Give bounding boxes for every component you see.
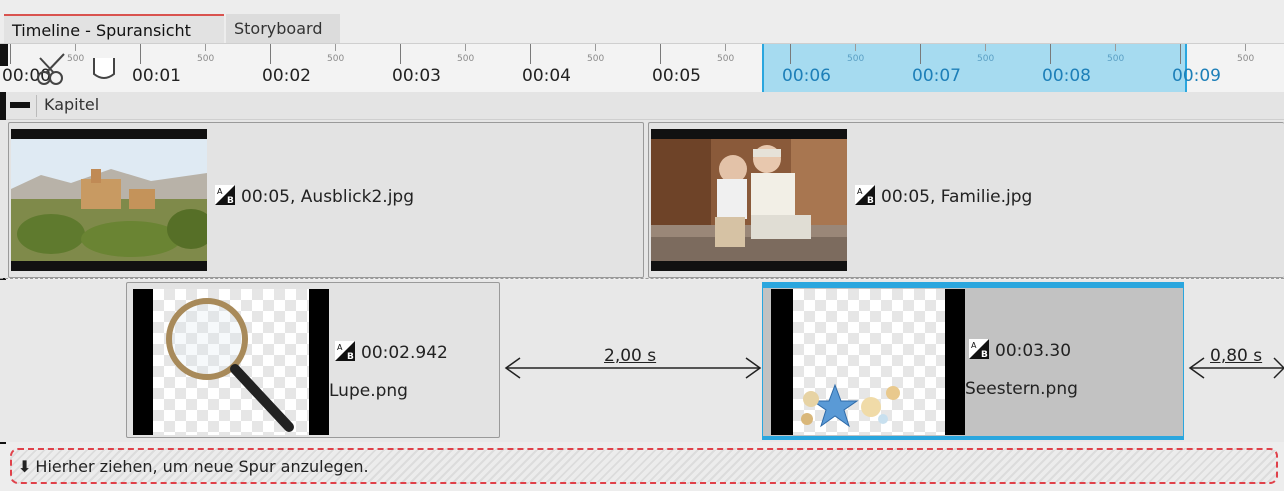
- gap-duration[interactable]: 0,80 s: [1210, 346, 1262, 366]
- ruler-minor-tick: [205, 44, 206, 51]
- ruler-major-tick: [140, 44, 141, 64]
- ruler-label: 00:02: [262, 66, 311, 86]
- ruler-label: 00:08: [1042, 66, 1091, 86]
- svg-text:B: B: [981, 350, 988, 359]
- clip-thumbnail: [11, 129, 215, 271]
- letterbox-left: [133, 289, 153, 435]
- selection-start-handle[interactable]: [762, 44, 764, 92]
- ab-transition-icon[interactable]: A B: [855, 185, 875, 205]
- letterbox-right: [945, 289, 965, 435]
- ruler-major-tick: [920, 44, 921, 64]
- svg-text:A: A: [217, 187, 223, 196]
- ruler-major-tick: [790, 44, 791, 64]
- svg-text:B: B: [227, 196, 234, 205]
- scissors-icon[interactable]: [34, 52, 134, 86]
- ruler-minor-label: 500: [717, 54, 735, 64]
- ruler-minor-tick: [1115, 44, 1116, 51]
- ruler-major-tick: [530, 44, 531, 64]
- clip-duration-lupe: A B 00:02.942: [335, 341, 448, 363]
- time-ruler[interactable]: 00:00 500 00:01 500 00:02 500 00:03 500 00:04 500…: [0, 44, 1284, 92]
- chapter-row: Kapitel: [0, 92, 1284, 120]
- svg-text:A: A: [337, 343, 343, 352]
- chapter-divider: [36, 95, 37, 117]
- clip-label-ausblick2: A B 00:05, Ausblick2.jpg: [215, 185, 414, 207]
- letterbox-left: [771, 289, 793, 435]
- clip-text: 00:05, Ausblick2.jpg: [241, 187, 415, 207]
- clip-familie[interactable]: A B 00:05, Familie.jpg: [648, 122, 1284, 278]
- svg-text:A: A: [857, 187, 863, 196]
- svg-text:B: B: [867, 196, 874, 205]
- clip-seestern[interactable]: A B 00:03.30 Seestern.png: [762, 282, 1184, 440]
- dropzone-text: Hierher ziehen, um neue Spur anzulegen.: [35, 457, 369, 476]
- ruler-minor-tick: [725, 44, 726, 51]
- clip-name-seestern: Seestern.png: [965, 379, 1078, 399]
- playhead[interactable]: [0, 44, 8, 66]
- ruler-minor-tick: [855, 44, 856, 51]
- clip-duration: 00:02.942: [361, 343, 448, 363]
- letterbox-right: [309, 289, 329, 435]
- ruler-label: 00:04: [522, 66, 571, 86]
- ab-transition-icon[interactable]: A B: [215, 185, 235, 205]
- dropzone-label: ⬇ Hierher ziehen, um neue Spur anzulegen.: [18, 457, 369, 476]
- ruler-label: 00:03: [392, 66, 441, 86]
- ruler-minor-tick: [335, 44, 336, 51]
- selection-bar-bottom: [762, 436, 1184, 440]
- ruler-minor-label: 500: [327, 54, 345, 64]
- chapter-label: Kapitel: [44, 95, 100, 114]
- ruler-minor-tick: [75, 44, 76, 51]
- tab-timeline[interactable]: Timeline - Spuransicht: [4, 14, 224, 44]
- clip-name-lupe: Lupe.png: [329, 381, 408, 401]
- ruler-minor-tick: [1245, 44, 1246, 51]
- ruler-label: 00:05: [652, 66, 701, 86]
- tab-bar: Timeline - Spuransicht Storyboard: [0, 0, 1284, 44]
- ruler-minor-label: 500: [1237, 54, 1255, 64]
- tab-storyboard[interactable]: Storyboard: [226, 14, 340, 44]
- ruler-major-tick: [400, 44, 401, 64]
- ruler-major-tick: [10, 44, 11, 64]
- clip-duration: 00:03.30: [995, 341, 1072, 361]
- starfish-icon: [801, 383, 900, 428]
- selection-bar-top: [762, 282, 1184, 288]
- clip-duration-seestern: A B 00:03.30: [969, 339, 1071, 361]
- ruler-minor-label: 500: [587, 54, 605, 64]
- down-arrow-icon: ⬇: [18, 457, 32, 476]
- new-track-dropzone[interactable]: ⬇ Hierher ziehen, um neue Spur anzulegen.: [10, 448, 1278, 484]
- ruler-minor-label: 500: [977, 54, 995, 64]
- magnifier-icon: [166, 298, 294, 432]
- clip-text: 00:05, Familie.jpg: [881, 187, 1033, 207]
- ruler-label: 00:07: [912, 66, 961, 86]
- ruler-minor-label: 500: [457, 54, 475, 64]
- ruler-label: 00:01: [132, 66, 181, 86]
- ruler-minor-tick: [465, 44, 466, 51]
- ab-transition-icon[interactable]: A B: [969, 339, 989, 359]
- overlay-track: A B 00:02.942 Lupe.png 2,00 s A B 00:03.…: [0, 280, 1284, 442]
- ruler-minor-tick: [595, 44, 596, 51]
- ruler-label: 00:06: [782, 66, 831, 86]
- clip-label-familie: A B 00:05, Familie.jpg: [855, 185, 1032, 207]
- ruler-major-tick: [270, 44, 271, 64]
- ruler-major-tick: [1050, 44, 1051, 64]
- clip-ausblick2[interactable]: A B 00:05, Ausblick2.jpg: [8, 122, 644, 278]
- ab-transition-icon[interactable]: A B: [335, 341, 355, 361]
- svg-text:A: A: [971, 341, 977, 350]
- ruler-minor-tick: [985, 44, 986, 51]
- image-track: A B 00:05, Ausblick2.jpg A B 00:05, Fami…: [0, 120, 1284, 278]
- ruler-minor-label: 500: [847, 54, 865, 64]
- gap-duration[interactable]: 2,00 s: [604, 346, 656, 366]
- collapse-icon[interactable]: [10, 102, 30, 108]
- clip-lupe[interactable]: A B 00:02.942 Lupe.png: [126, 282, 500, 438]
- landscape-thumbnail: [11, 139, 215, 261]
- clip-thumbnail: [651, 129, 847, 271]
- svg-text:B: B: [347, 352, 354, 361]
- ruler-minor-label: 500: [197, 54, 215, 64]
- ruler-label: 00:09: [1172, 66, 1221, 86]
- family-thumbnail: [651, 139, 847, 261]
- ruler-major-tick: [1180, 44, 1181, 64]
- ruler-minor-label: 500: [1107, 54, 1125, 64]
- ruler-major-tick: [660, 44, 661, 64]
